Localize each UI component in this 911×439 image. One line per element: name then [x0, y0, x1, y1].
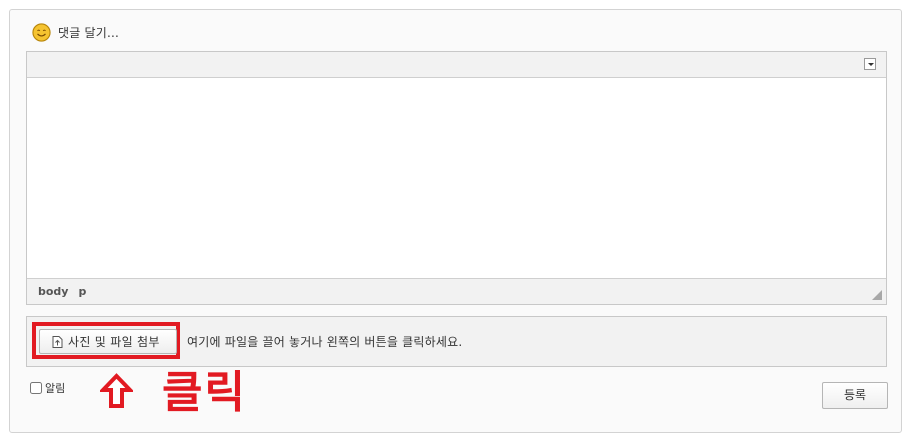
notify-checkbox[interactable] [30, 382, 42, 394]
editor-text-area[interactable] [27, 78, 886, 279]
attachment-drop-zone[interactable]: 사진 및 파일 첨부 여기에 파일을 끌어 놓거나 왼쪽의 버튼을 클릭하세요. [26, 316, 887, 367]
dropdown-toggle-icon[interactable] [864, 58, 876, 70]
attachment-hint-text: 여기에 파일을 끌어 놓거나 왼쪽의 버튼을 클릭하세요. [187, 335, 463, 349]
resize-grip-icon[interactable] [872, 290, 882, 300]
attach-file-label: 사진 및 파일 첨부 [68, 335, 160, 349]
attach-file-button[interactable]: 사진 및 파일 첨부 [39, 329, 177, 354]
notify-label: 알림 [45, 382, 66, 395]
comment-header-title: 댓글 달기... [58, 25, 120, 40]
upload-icon [52, 335, 63, 348]
up-arrow-icon [100, 373, 133, 408]
comment-panel: 댓글 달기... body p 사진 및 파일 첨부 여기에 파일을 끌어 놓거… [9, 9, 902, 433]
path-item-body[interactable]: body [38, 285, 68, 298]
editor-toolbar [27, 52, 886, 78]
smiley-face-icon [32, 22, 51, 42]
path-item-p[interactable]: p [78, 285, 86, 298]
editor-status-bar: body p [27, 278, 886, 304]
comment-header: 댓글 달기... [32, 22, 119, 42]
comment-editor: body p [26, 51, 887, 305]
submit-button[interactable]: 등록 [822, 382, 888, 409]
click-annotation-text: 클릭 [162, 367, 247, 418]
notify-option[interactable]: 알림 [30, 380, 65, 396]
